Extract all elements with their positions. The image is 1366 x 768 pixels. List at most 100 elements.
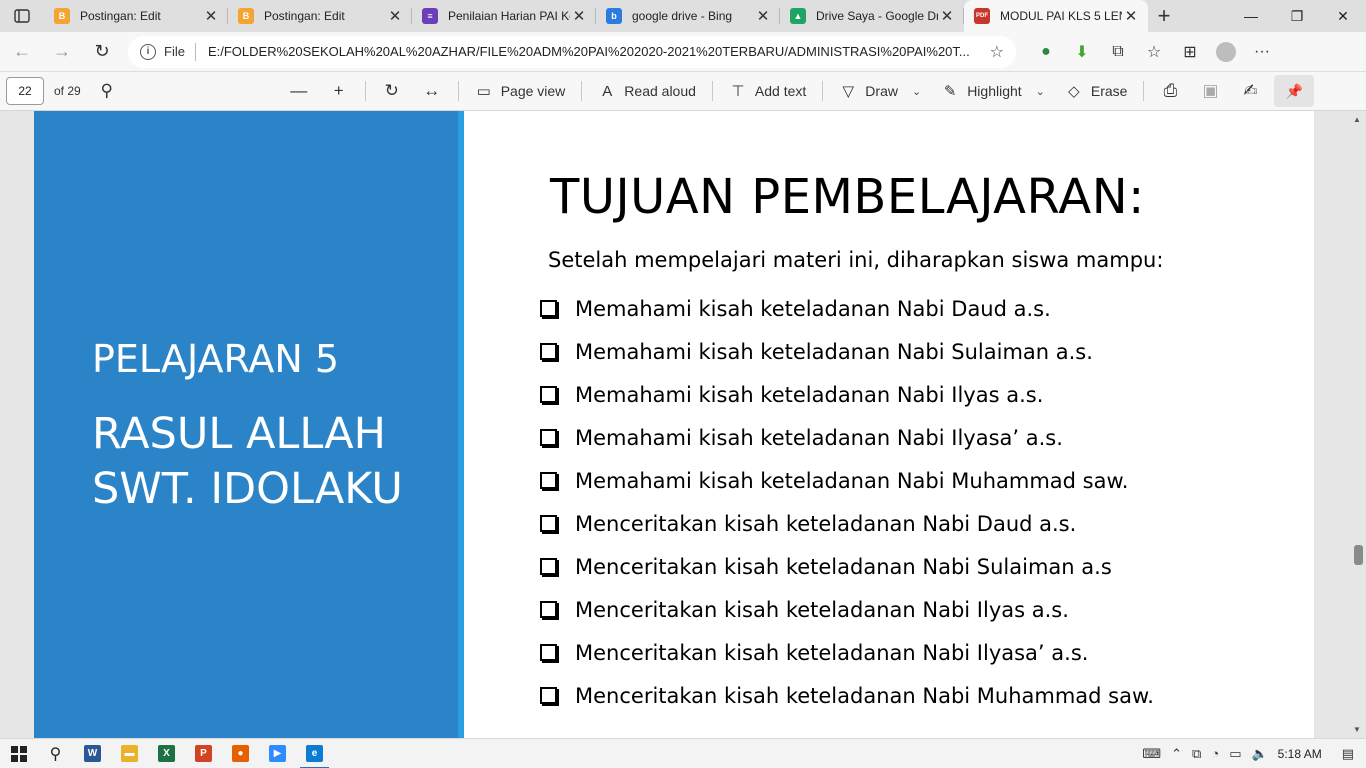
save-button[interactable]: ▣ bbox=[1190, 75, 1230, 107]
print-icon: ⎙ bbox=[1163, 81, 1178, 100]
blogger-icon: B bbox=[238, 8, 254, 24]
checkbox-bullet-icon bbox=[540, 386, 557, 403]
chevron-down-icon[interactable]: ⌄ bbox=[912, 85, 921, 98]
pin-toolbar-button[interactable]: 📌 bbox=[1274, 75, 1315, 107]
scrollbar-thumb[interactable] bbox=[1354, 545, 1363, 565]
start-button[interactable] bbox=[0, 739, 37, 768]
tab-5[interactable]: PDF MODUL PAI KLS 5 LENG✕ bbox=[964, 0, 1148, 32]
scroll-down-icon[interactable]: ▼ bbox=[1353, 725, 1361, 734]
info-icon[interactable]: i bbox=[140, 43, 156, 60]
lesson-panel: PELAJARAN 5 RASUL ALLAH SWT. IDOLAKU bbox=[34, 111, 458, 738]
checkbox-bullet-icon bbox=[540, 343, 557, 360]
system-tray: ⌨ ⌃ ⧉ ◔ ▭ 🔈 5:18 AM ▤ bbox=[1142, 746, 1366, 762]
refresh-icon: ↻ bbox=[94, 41, 110, 61]
close-window-button[interactable]: ✕ bbox=[1320, 0, 1366, 32]
zoom-in-button[interactable]: + bbox=[319, 75, 359, 107]
search-button[interactable]: ⚲ bbox=[37, 739, 74, 768]
tab-1[interactable]: B Postingan: Edit ✕ bbox=[228, 0, 412, 32]
taskbar-app-word[interactable]: W bbox=[74, 739, 111, 768]
draw-button[interactable]: ▽ Draw ⌄ bbox=[829, 75, 931, 107]
tab-title: Penilaian Harian PAI Ke bbox=[448, 9, 570, 23]
add-text-button[interactable]: ⊤ Add text bbox=[719, 75, 816, 107]
taskbar-app-powerpoint[interactable]: P bbox=[185, 739, 222, 768]
page-number-input[interactable]: 22 bbox=[6, 77, 44, 105]
new-tab-button[interactable]: + bbox=[1148, 0, 1180, 32]
close-tab-icon[interactable]: ✕ bbox=[202, 7, 220, 25]
rotate-button[interactable]: ↻ bbox=[372, 75, 412, 107]
back-button[interactable]: ← bbox=[4, 36, 40, 68]
forward-button[interactable]: → bbox=[44, 36, 80, 68]
battery-icon[interactable]: ▭ bbox=[1229, 746, 1241, 762]
objective-item: Menceritakan kisah keteladanan Nabi Daud… bbox=[540, 502, 1154, 545]
restore-button[interactable]: ❐ bbox=[1274, 0, 1320, 32]
panel-stripe bbox=[458, 111, 464, 738]
fit-width-icon: ↔ bbox=[423, 81, 441, 100]
save-icon: ▣ bbox=[1202, 81, 1219, 100]
highlight-icon: ✎ bbox=[943, 83, 957, 100]
tab-2[interactable]: ≡ Penilaian Harian PAI Ke ✕ bbox=[412, 0, 596, 32]
page-title: TUJUAN PEMBELAJARAN: bbox=[550, 169, 1145, 225]
wifi-icon[interactable]: ◔ bbox=[1211, 746, 1219, 761]
toolbar-separator bbox=[581, 81, 583, 101]
navigation-bar: ← → ↻ i File E:/FOLDER%20SEKOLAH%20AL%20… bbox=[0, 32, 1366, 72]
read-aloud-button[interactable]: A Read aloud bbox=[588, 75, 706, 107]
extensions-button[interactable]: ⧉ bbox=[1100, 36, 1136, 68]
print-button[interactable]: ⎙ bbox=[1150, 75, 1190, 107]
globe-icon: ● bbox=[1041, 42, 1051, 60]
settings-more-button[interactable]: ··· bbox=[1244, 36, 1280, 68]
pin-icon: 📌 bbox=[1285, 82, 1304, 99]
tab-actions-button[interactable] bbox=[0, 0, 44, 32]
close-tab-icon[interactable]: ✕ bbox=[938, 7, 956, 25]
page-view-button[interactable]: ▭ Page view bbox=[465, 75, 576, 107]
zoom-out-button[interactable]: — bbox=[279, 75, 319, 107]
extension-globe-button[interactable]: ● bbox=[1028, 36, 1064, 68]
meet-now-icon[interactable]: ⧉ bbox=[1192, 746, 1201, 762]
favorites-button[interactable]: ☆ bbox=[1136, 36, 1172, 68]
tab-4[interactable]: ▲ Drive Saya - Google Dri ✕ bbox=[780, 0, 964, 32]
refresh-button[interactable]: ↻ bbox=[84, 36, 120, 68]
pdf-viewport[interactable]: PELAJARAN 5 RASUL ALLAH SWT. IDOLAKU TUJ… bbox=[0, 111, 1366, 738]
objective-text: Memahami kisah keteladanan Nabi Ilyasa’ … bbox=[575, 425, 1063, 450]
scroll-up-icon[interactable]: ▲ bbox=[1353, 115, 1361, 124]
tab-strip: B Postingan: Edit ✕ B Postingan: Edit ✕ ≡ Penil… bbox=[0, 0, 1366, 32]
find-button[interactable]: ⚲ bbox=[87, 75, 127, 107]
vertical-scrollbar[interactable]: ▲ ▼ bbox=[1348, 111, 1366, 738]
fit-width-button[interactable]: ↔ bbox=[412, 75, 452, 107]
chevron-down-icon[interactable]: ⌄ bbox=[1036, 85, 1045, 98]
close-tab-icon[interactable]: ✕ bbox=[570, 7, 588, 25]
chevron-up-icon[interactable]: ⌃ bbox=[1171, 746, 1182, 762]
clock[interactable]: 5:18 AM bbox=[1278, 747, 1322, 761]
url-text[interactable]: E:/FOLDER%20SEKOLAH%20AL%20AZHAR/FILE%20… bbox=[208, 44, 980, 59]
address-bar[interactable]: i File E:/FOLDER%20SEKOLAH%20AL%20AZHAR/… bbox=[128, 35, 1016, 68]
profile-button[interactable] bbox=[1208, 36, 1244, 68]
checkbox-bullet-icon bbox=[540, 644, 557, 661]
collections-button[interactable]: ⊞ bbox=[1172, 36, 1208, 68]
url-scheme: File bbox=[164, 44, 185, 59]
zoom-icon: ▶ bbox=[269, 745, 286, 762]
checkbox-bullet-icon bbox=[540, 601, 557, 618]
forward-arrow-icon: → bbox=[53, 41, 71, 61]
save-as-button[interactable]: ✍ bbox=[1230, 75, 1270, 107]
toolbar-separator bbox=[711, 81, 713, 101]
google-drive-icon: ▲ bbox=[790, 8, 806, 24]
taskbar-app-excel[interactable]: X bbox=[148, 739, 185, 768]
taskbar-app-firefox[interactable]: ● bbox=[222, 739, 259, 768]
tab-3[interactable]: b google drive - Bing ✕ bbox=[596, 0, 780, 32]
tab-0[interactable]: B Postingan: Edit ✕ bbox=[44, 0, 228, 32]
highlight-button[interactable]: ✎ Highlight ⌄ bbox=[931, 75, 1055, 107]
keyboard-icon[interactable]: ⌨ bbox=[1142, 746, 1161, 762]
objective-text: Memahami kisah keteladanan Nabi Muhammad… bbox=[575, 468, 1129, 493]
taskbar-app-file-explorer[interactable]: ▬ bbox=[111, 739, 148, 768]
download-manager-button[interactable]: ⬇ bbox=[1064, 36, 1100, 68]
close-tab-icon[interactable]: ✕ bbox=[754, 7, 772, 25]
close-tab-icon[interactable]: ✕ bbox=[1122, 7, 1140, 25]
minimize-button[interactable]: — bbox=[1228, 0, 1274, 32]
close-tab-icon[interactable]: ✕ bbox=[386, 7, 404, 25]
taskbar-app-edge[interactable]: e bbox=[296, 739, 333, 768]
taskbar-app-zoom[interactable]: ▶ bbox=[259, 739, 296, 768]
notifications-icon[interactable]: ▤ bbox=[1342, 746, 1354, 762]
add-favorite-icon[interactable]: ☆ bbox=[990, 42, 1004, 62]
volume-icon[interactable]: 🔈 bbox=[1251, 746, 1267, 762]
window-controls: — ❐ ✕ bbox=[1228, 0, 1366, 32]
erase-button[interactable]: ◇ Erase bbox=[1055, 75, 1138, 107]
